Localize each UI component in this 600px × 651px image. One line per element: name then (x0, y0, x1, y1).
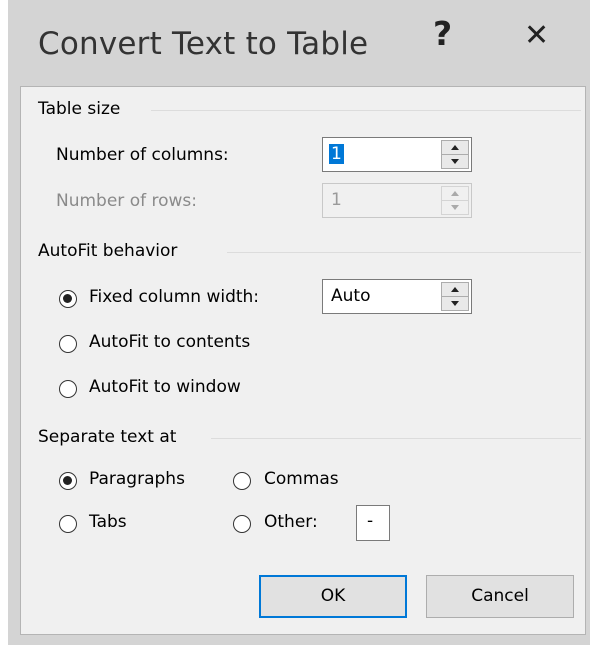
commas-label[interactable]: Commas (264, 469, 339, 489)
columns-spinner[interactable]: 1 (322, 137, 472, 172)
rows-label: Number of rows: (56, 191, 197, 211)
other-radio[interactable] (233, 515, 251, 533)
fixed-width-label[interactable]: Fixed column width: (89, 287, 259, 307)
columns-increment-icon[interactable] (442, 141, 468, 155)
close-icon[interactable]: ✕ (524, 18, 549, 53)
fixed-width-spin-buttons[interactable] (441, 282, 469, 311)
separate-text-divider (211, 438, 581, 439)
rows-spinner: 1 (322, 183, 472, 218)
table-size-header: Table size (38, 99, 121, 119)
rows-value: 1 (331, 190, 342, 210)
autofit-window-radio[interactable] (59, 380, 77, 398)
fixed-width-decrement-icon[interactable] (442, 297, 468, 310)
columns-value[interactable]: 1 (329, 144, 344, 164)
dialog-title: Convert Text to Table (38, 26, 369, 62)
fixed-width-spinner[interactable]: Auto (322, 279, 472, 314)
dialog-body: Table size Number of columns: 1 Number o… (20, 86, 586, 635)
other-label[interactable]: Other: (264, 512, 318, 532)
ok-button[interactable]: OK (259, 575, 407, 618)
autofit-window-label[interactable]: AutoFit to window (89, 377, 241, 397)
rows-spin-buttons (441, 186, 469, 215)
convert-text-to-table-dialog: Convert Text to Table ? ✕ Table size Num… (8, 0, 590, 645)
autofit-contents-radio[interactable] (59, 335, 77, 353)
autofit-divider (227, 252, 581, 253)
paragraphs-label[interactable]: Paragraphs (89, 469, 185, 489)
commas-radio[interactable] (233, 472, 251, 490)
autofit-contents-label[interactable]: AutoFit to contents (89, 332, 250, 352)
fixed-width-increment-icon[interactable] (442, 283, 468, 297)
columns-label: Number of columns: (56, 145, 229, 165)
help-icon[interactable]: ? (433, 14, 452, 53)
columns-decrement-icon[interactable] (442, 155, 468, 168)
paragraphs-radio[interactable] (59, 472, 77, 490)
fixed-width-radio[interactable] (59, 290, 77, 308)
columns-spin-buttons[interactable] (441, 140, 469, 169)
rows-increment-icon (442, 187, 468, 201)
other-input[interactable]: - (356, 505, 390, 541)
other-value[interactable]: - (367, 511, 373, 531)
autofit-header: AutoFit behavior (38, 241, 178, 261)
tabs-radio[interactable] (59, 515, 77, 533)
table-size-divider (151, 110, 581, 111)
tabs-label[interactable]: Tabs (89, 512, 127, 532)
cancel-button[interactable]: Cancel (426, 575, 574, 618)
fixed-width-value[interactable]: Auto (331, 286, 370, 306)
separate-text-header: Separate text at (38, 427, 177, 447)
rows-decrement-icon (442, 201, 468, 214)
